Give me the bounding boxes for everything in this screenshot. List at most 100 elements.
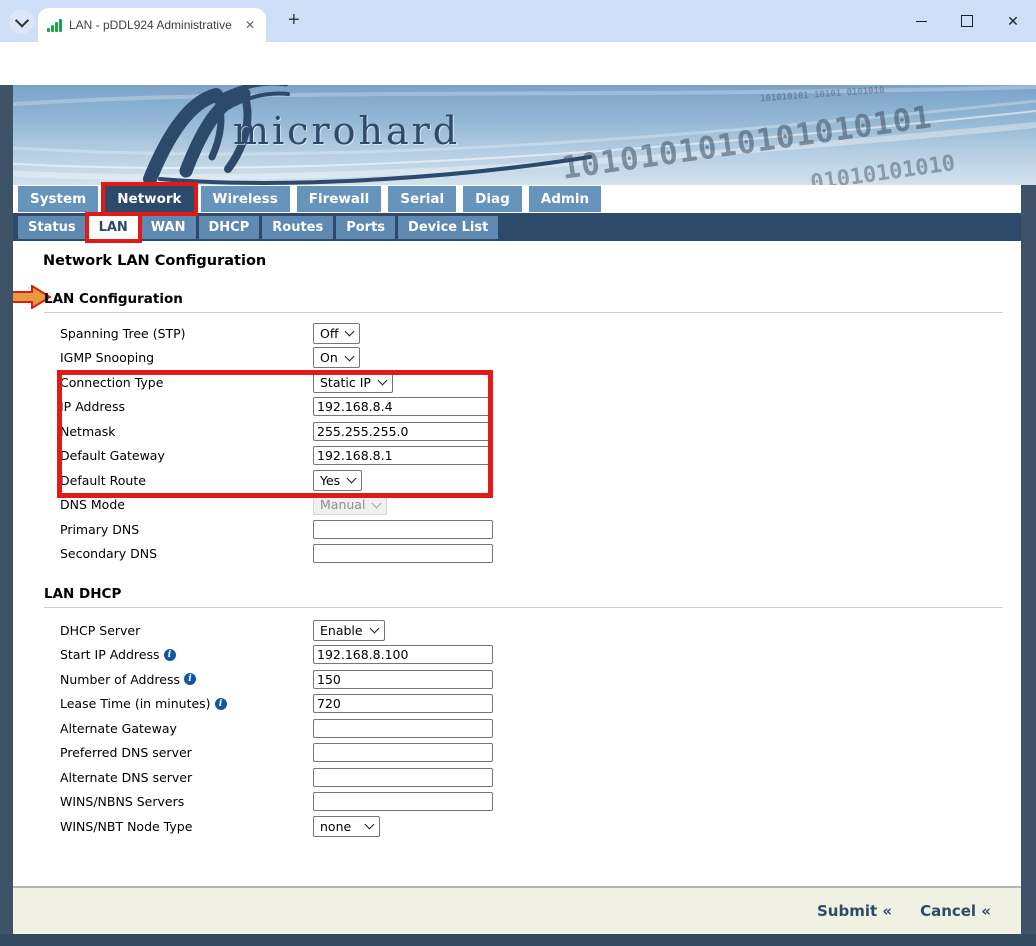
form-row: Connection TypeStatic IP: [60, 370, 680, 395]
info-icon[interactable]: i: [215, 698, 227, 710]
form-row: DNS ModeManual: [60, 493, 680, 518]
subnav-tab-ports[interactable]: Ports: [336, 216, 395, 239]
nav-tab-diag[interactable]: Diag: [463, 186, 522, 212]
dhcp-server-label: DHCP Server: [60, 623, 313, 638]
number-of-address-label: Number of Addressi: [60, 672, 313, 687]
form-row: Lease Time (in minutes)i: [60, 692, 680, 717]
start-ip-address-label: Start IP Addressi: [60, 647, 313, 662]
signal-bars-icon: [47, 19, 62, 32]
ip-address-label: IP Address: [60, 399, 313, 414]
chevron-down-icon: [369, 624, 379, 634]
divider: [44, 312, 1003, 313]
preferred-dns-server-label: Preferred DNS server: [60, 745, 313, 760]
form-row: Alternate Gateway: [60, 716, 680, 741]
chevron-down-icon: [345, 327, 355, 337]
default-route-label: Default Route: [60, 473, 313, 488]
divider: [44, 607, 1003, 608]
section-heading-lan-configuration: LAN Configuration: [44, 291, 183, 307]
wins-nbns-servers-input[interactable]: [313, 792, 493, 811]
spanning-tree-stp-label: Spanning Tree (STP): [60, 326, 313, 341]
number-of-address-input[interactable]: [313, 670, 493, 689]
connection-type-label: Connection Type: [60, 375, 313, 390]
nav-tab-wireless[interactable]: Wireless: [201, 186, 290, 212]
primary-dns-input[interactable]: [313, 520, 493, 539]
alternate-dns-server-label: Alternate DNS server: [60, 770, 313, 785]
form-row: Primary DNS: [60, 517, 680, 542]
lease-time-in-minutes-input[interactable]: [313, 694, 493, 713]
form-row: WINS/NBT Node Typenone: [60, 814, 680, 839]
page-title: Network LAN Configuration: [43, 253, 266, 269]
alternate-dns-server-input[interactable]: [313, 768, 493, 787]
primary-dns-label: Primary DNS: [60, 522, 313, 537]
footer-bar: Submit « Cancel «: [13, 888, 1021, 934]
secondary-dns-label: Secondary DNS: [60, 546, 313, 561]
cancel-button[interactable]: Cancel «: [920, 902, 991, 920]
nav-tab-admin[interactable]: Admin: [529, 186, 601, 212]
close-icon: ✕: [1007, 14, 1019, 28]
subnav-tab-device-list[interactable]: Device List: [398, 216, 498, 239]
subnav-tab-routes[interactable]: Routes: [262, 216, 333, 239]
info-icon[interactable]: i: [184, 673, 196, 685]
chevron-down-icon: [378, 376, 388, 386]
wins-nbt-node-type-label: WINS/NBT Node Type: [60, 819, 313, 834]
minimize-button[interactable]: [898, 0, 944, 42]
preferred-dns-server-input[interactable]: [313, 743, 493, 762]
form-row: Netmask: [60, 419, 680, 444]
tab-close-icon[interactable]: ✕: [243, 18, 257, 32]
subnav-tab-dhcp[interactable]: DHCP: [199, 216, 260, 239]
new-tab-button[interactable]: +: [288, 9, 300, 32]
secondary-dns-input[interactable]: [313, 544, 493, 563]
form-row: Alternate DNS server: [60, 765, 680, 790]
alternate-gateway-input[interactable]: [313, 719, 493, 738]
default-gateway-label: Default Gateway: [60, 448, 313, 463]
window-controls: ✕: [898, 0, 1036, 42]
default-gateway-input[interactable]: [313, 446, 493, 465]
logo-text: microhard: [233, 109, 460, 153]
form-row: Number of Addressi: [60, 667, 680, 692]
form-row: IGMP SnoopingOn: [60, 346, 680, 371]
netmask-input[interactable]: [313, 422, 493, 441]
nav-tab-network[interactable]: Network: [105, 186, 193, 212]
form-row: Spanning Tree (STP)Off: [60, 321, 680, 346]
browser-tab[interactable]: LAN - pDDL924 Administrative ✕: [38, 8, 266, 42]
nav-tab-serial[interactable]: Serial: [388, 186, 456, 212]
page-content: Network LAN Configuration LAN Configurat…: [13, 241, 1021, 886]
chevron-down-icon: [344, 351, 354, 361]
bottom-bar: [0, 934, 1036, 946]
info-icon[interactable]: i: [164, 649, 176, 661]
form-row: DHCP ServerEnable: [60, 618, 680, 643]
form-row: Default RouteYes: [60, 468, 680, 493]
subnav-tab-status[interactable]: Status: [18, 216, 86, 239]
connection-type-select[interactable]: Static IP: [313, 372, 393, 393]
ip-address-input[interactable]: [313, 397, 493, 416]
close-button[interactable]: ✕: [990, 0, 1036, 42]
maximize-icon: [961, 15, 973, 27]
right-edge-strip: [1021, 185, 1036, 934]
dns-mode-label: DNS Mode: [60, 497, 313, 512]
dns-mode-select: Manual: [313, 494, 387, 515]
alternate-gateway-label: Alternate Gateway: [60, 721, 313, 736]
submit-button[interactable]: Submit «: [817, 902, 892, 920]
minimize-icon: [916, 21, 927, 22]
nav-tab-system[interactable]: System: [18, 186, 98, 212]
browser-tab-strip: LAN - pDDL924 Administrative ✕ + ✕: [0, 0, 1036, 42]
lan-dhcp-rows: DHCP ServerEnableStart IP AddressiNumber…: [60, 618, 680, 839]
subnav-tab-lan[interactable]: LAN: [89, 216, 138, 239]
start-ip-address-input[interactable]: [313, 645, 493, 664]
main-nav: System Network Wireless FirewallSerial Diag A…: [13, 185, 1026, 213]
tab-title: LAN - pDDL924 Administrative: [69, 18, 236, 32]
form-row: IP Address: [60, 395, 680, 420]
nav-tab-firewall[interactable]: Firewall: [297, 186, 382, 212]
site-header-banner: microhard 1010101010101010101 0101010101…: [0, 85, 1036, 185]
left-edge-strip: [0, 85, 13, 934]
lease-time-in-minutes-label: Lease Time (in minutes)i: [60, 696, 313, 711]
spanning-tree-stp-select[interactable]: Off: [313, 323, 360, 344]
wins-nbt-node-type-select[interactable]: none: [313, 816, 380, 837]
igmp-snooping-select[interactable]: On: [313, 347, 360, 368]
lan-configuration-rows: Spanning Tree (STP)OffIGMP SnoopingOnCon…: [60, 321, 680, 566]
maximize-button[interactable]: [944, 0, 990, 42]
default-route-select[interactable]: Yes: [313, 470, 362, 491]
dhcp-server-select[interactable]: Enable: [313, 620, 385, 641]
tab-search-button[interactable]: [9, 9, 34, 34]
subnav-tab-wan[interactable]: WAN: [141, 216, 196, 239]
